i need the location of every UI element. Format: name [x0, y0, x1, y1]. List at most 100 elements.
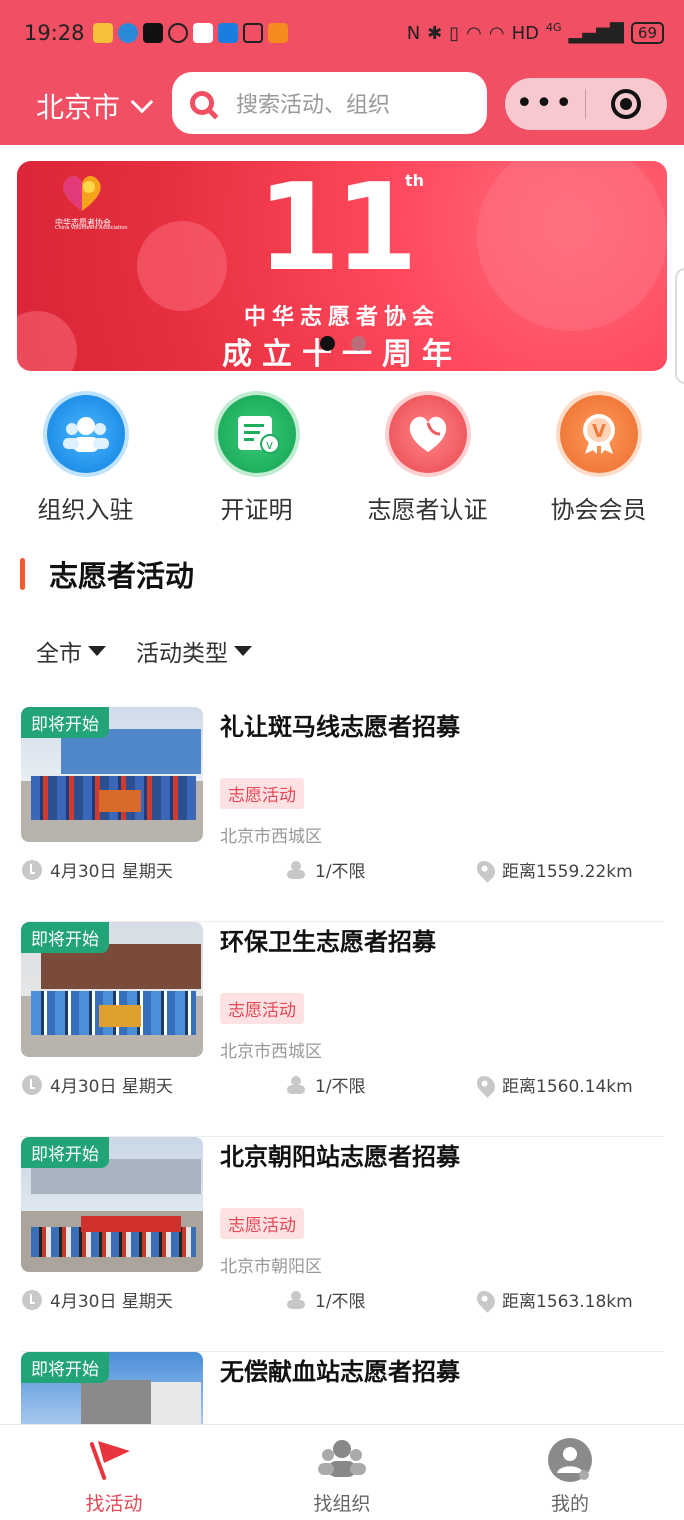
vibrate-icon: ▯	[449, 22, 460, 44]
quick-action-certificate[interactable]: v 开证明	[171, 395, 342, 525]
city-label: 北京市	[36, 91, 121, 124]
tab-label: 找活动	[85, 1493, 143, 1515]
activity-thumbnail: 即将开始	[21, 922, 203, 1057]
dropdown-arrow-icon	[88, 646, 106, 656]
status-badge: 即将开始	[21, 707, 109, 738]
wifi2-icon: ◠	[488, 22, 505, 44]
calendar-icon	[242, 23, 263, 43]
carousel-dot-active[interactable]	[320, 336, 335, 351]
activity-card[interactable]: 即将开始 环保卫生志愿者招募 志愿活动 北京市西城区 4月30日 星期天 1/不…	[20, 922, 664, 1137]
clock-icon	[22, 1074, 42, 1095]
member-badge-icon: V	[559, 395, 638, 473]
tab-label: 找组织	[313, 1493, 371, 1515]
activity-distance: 距离1563.18km	[473, 1286, 633, 1313]
mail-icon	[92, 23, 113, 43]
activity-participants: 1/不限	[285, 857, 366, 882]
network-type: HD	[511, 22, 539, 44]
miniprogram-capsule: •••	[505, 78, 667, 130]
date-text: 4月30日 星期天	[50, 862, 173, 882]
city-selector[interactable]: 北京市	[36, 86, 154, 126]
tab-find-activity[interactable]: 找活动	[0, 1425, 228, 1520]
activity-date: 4月30日 星期天	[22, 857, 173, 882]
activity-date: 4月30日 星期天	[22, 1287, 173, 1312]
date-text: 4月30日 星期天	[50, 1292, 173, 1312]
promo-banner[interactable]: 中华志愿者协会 China Volunteers Association 11 …	[17, 161, 667, 371]
heart-icon	[388, 395, 467, 473]
more-button[interactable]: •••	[505, 89, 585, 119]
chart-app-icon	[192, 23, 213, 43]
activity-card[interactable]: 即将开始 无偿献血站志愿者招募	[20, 1352, 664, 1424]
notification-icons	[92, 23, 288, 43]
certificate-icon: v	[217, 395, 296, 473]
activity-thumbnail: 即将开始	[21, 1137, 203, 1272]
participants-text: 1/不限	[315, 862, 366, 882]
people-icon	[46, 395, 125, 473]
activity-thumbnail: 即将开始	[21, 707, 203, 842]
decor-heart	[137, 221, 227, 311]
user-icon	[548, 1438, 592, 1482]
anniversary-suffix: th	[405, 171, 425, 190]
flag-icon	[90, 1441, 130, 1480]
activity-meta: 4月30日 星期天 1/不限 距离1560.14km	[20, 1071, 664, 1098]
status-badge: 即将开始	[21, 1352, 109, 1383]
system-status: N ✱ ▯ ◠ ◠ HD 4G ▂▄▆█ 69	[406, 21, 664, 44]
carousel-indicator	[320, 336, 366, 351]
people-count-icon	[285, 860, 307, 879]
activity-distance: 距离1560.14km	[473, 1071, 633, 1098]
chevron-down-icon	[130, 90, 154, 113]
clock-icon	[22, 859, 42, 880]
distance-text: 距离1560.14km	[502, 1077, 633, 1097]
filter-activity-type[interactable]: 活动类型	[136, 634, 252, 668]
quick-action-org-join[interactable]: 组织入驻	[0, 395, 171, 525]
banner-subtitle: 中华志愿者协会	[243, 305, 440, 330]
taobao-icon	[267, 23, 288, 43]
activity-location: 北京市朝阳区	[220, 1257, 322, 1277]
carousel-dot[interactable]	[351, 336, 366, 351]
status-badge: 即将开始	[21, 922, 109, 953]
section-accent	[20, 558, 25, 590]
search-input[interactable]: 搜索活动、组织	[172, 72, 487, 134]
distance-text: 距离1563.18km	[502, 1292, 633, 1312]
k-app-icon	[117, 23, 138, 43]
chat-icon	[167, 23, 188, 43]
activity-title: 礼让斑马线志愿者招募	[220, 713, 460, 741]
quick-action-membership[interactable]: V 协会会员	[513, 395, 684, 525]
signal-icon: ▂▄▆█	[568, 22, 624, 44]
search-icon	[190, 91, 214, 115]
activity-card[interactable]: 即将开始 礼让斑马线志愿者招募 志愿活动 北京市西城区 4月30日 星期天 1/…	[20, 707, 664, 922]
participants-text: 1/不限	[315, 1077, 366, 1097]
nfc-icon: N	[406, 22, 421, 44]
search-placeholder: 搜索活动、组织	[236, 93, 391, 118]
quick-action-label: 开证明	[220, 496, 293, 524]
location-pin-icon	[473, 856, 499, 883]
send-app-icon	[217, 23, 238, 43]
tab-label: 我的	[550, 1493, 589, 1515]
filter-bar: 全市 活动类型	[36, 634, 252, 668]
activity-tag: 志愿活动	[220, 993, 304, 1024]
activity-participants: 1/不限	[285, 1287, 366, 1312]
activity-meta: 4月30日 星期天 1/不限 距离1559.22km	[20, 856, 664, 883]
dropdown-arrow-icon	[234, 646, 252, 656]
floating-side-tab[interactable]	[675, 268, 684, 384]
anniversary-number: 11	[257, 161, 418, 298]
quick-actions: 组织入驻 v 开证明 志愿者认证 V 协会会员	[0, 395, 684, 525]
activity-date: 4月30日 星期天	[22, 1072, 173, 1097]
filter-area[interactable]: 全市	[36, 634, 106, 668]
bluetooth-icon: ✱	[427, 22, 443, 44]
filter-label: 活动类型	[136, 641, 228, 667]
quick-action-label: 协会会员	[550, 496, 647, 524]
activity-title: 无偿献血站志愿者招募	[220, 1358, 460, 1386]
activity-participants: 1/不限	[285, 1072, 366, 1097]
activity-tag: 志愿活动	[220, 778, 304, 809]
activity-thumbnail: 即将开始	[21, 1352, 203, 1424]
tab-find-organization[interactable]: 找组织	[228, 1425, 456, 1520]
svg-text:V: V	[592, 421, 606, 442]
quick-action-volunteer-cert[interactable]: 志愿者认证	[342, 395, 513, 525]
close-miniprogram-button[interactable]	[586, 89, 666, 119]
section-title: 志愿者活动	[49, 559, 195, 593]
target-icon	[611, 89, 641, 119]
activity-card[interactable]: 即将开始 北京朝阳站志愿者招募 志愿活动 北京市朝阳区 4月30日 星期天 1/…	[20, 1137, 664, 1352]
location-pin-icon	[473, 1071, 499, 1098]
status-time: 19:28	[24, 21, 85, 45]
tab-mine[interactable]: 我的	[456, 1425, 684, 1520]
